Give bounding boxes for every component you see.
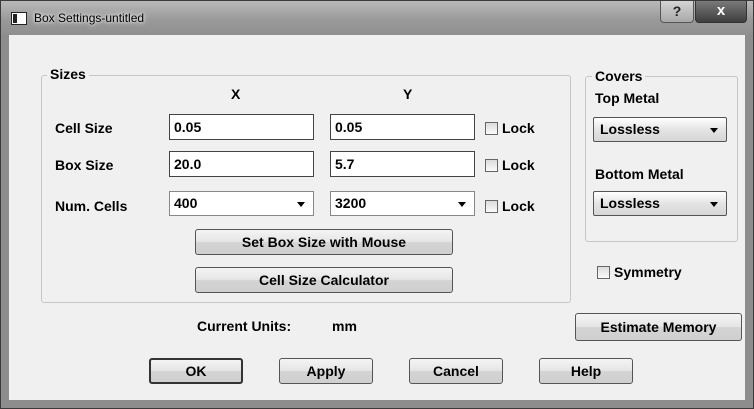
set-box-size-with-mouse-button[interactable]: Set Box Size with Mouse	[195, 229, 453, 255]
bottom-metal-dropdown[interactable]: Lossless	[593, 191, 727, 216]
num-cells-y-combobox[interactable]: 3200	[330, 191, 475, 216]
box-size-lock-checkbox[interactable]: Lock	[485, 157, 535, 173]
bottom-metal-label: Bottom Metal	[595, 166, 684, 182]
chevron-down-icon[interactable]	[710, 202, 718, 207]
covers-group-label: Covers	[592, 68, 646, 84]
symmetry-checkbox[interactable]: Symmetry	[597, 264, 682, 280]
current-units-value: mm	[332, 318, 357, 334]
symmetry-label: Symmetry	[614, 264, 682, 280]
lock-label: Lock	[502, 120, 535, 136]
dialog-client-area: Sizes X Y Cell Size 0.05 0.05 Lock Box S…	[9, 35, 745, 400]
top-metal-value: Lossless	[600, 121, 660, 137]
box-size-x-input[interactable]: 20.0	[169, 151, 314, 177]
cell-size-y-input[interactable]: 0.05	[330, 114, 475, 140]
title-help-button[interactable]: ?	[660, 1, 694, 23]
chevron-down-icon[interactable]	[297, 202, 305, 207]
box-size-y-input[interactable]: 5.7	[330, 151, 475, 177]
close-icon: x	[716, 2, 726, 19]
lock-label: Lock	[502, 157, 535, 173]
column-header-y: Y	[403, 86, 413, 102]
current-units-label: Current Units:	[197, 318, 292, 334]
top-metal-dropdown[interactable]: Lossless	[593, 117, 727, 142]
num-cells-x-combobox[interactable]: 400	[169, 191, 314, 216]
title-bar[interactable]: Box Settings-untitled ? x	[1, 1, 753, 35]
cell-size-label: Cell Size	[55, 120, 113, 136]
cell-size-x-input[interactable]: 0.05	[169, 114, 314, 140]
window-title: Box Settings-untitled	[34, 11, 145, 25]
checkbox-box[interactable]	[485, 158, 498, 172]
num-cells-y-value: 3200	[335, 195, 367, 211]
chevron-down-icon[interactable]	[710, 128, 718, 133]
checkbox-box[interactable]	[597, 265, 610, 279]
apply-button[interactable]: Apply	[279, 358, 373, 384]
cell-size-lock-checkbox[interactable]: Lock	[485, 120, 535, 136]
estimate-memory-button[interactable]: Estimate Memory	[575, 313, 742, 341]
column-header-x: X	[231, 86, 241, 102]
chevron-down-icon[interactable]	[458, 202, 466, 207]
num-cells-label: Num. Cells	[55, 198, 128, 214]
help-button[interactable]: Help	[539, 358, 633, 384]
box-settings-dialog: Box Settings-untitled ? x Sizes X Y Cell…	[0, 0, 754, 409]
num-cells-x-value: 400	[174, 195, 198, 211]
close-button[interactable]: x	[695, 1, 747, 23]
lock-label: Lock	[502, 198, 535, 214]
num-cells-lock-checkbox[interactable]: Lock	[485, 198, 535, 214]
app-window-icon	[11, 12, 27, 25]
checkbox-box[interactable]	[485, 121, 498, 135]
checkbox-box[interactable]	[485, 199, 498, 213]
cancel-button[interactable]: Cancel	[409, 358, 503, 384]
top-metal-label: Top Metal	[595, 90, 660, 106]
sizes-group-label: Sizes	[47, 66, 89, 82]
box-size-label: Box Size	[55, 157, 114, 173]
ok-button[interactable]: OK	[149, 358, 243, 384]
bottom-metal-value: Lossless	[600, 195, 660, 211]
cell-size-calculator-button[interactable]: Cell Size Calculator	[195, 267, 453, 293]
